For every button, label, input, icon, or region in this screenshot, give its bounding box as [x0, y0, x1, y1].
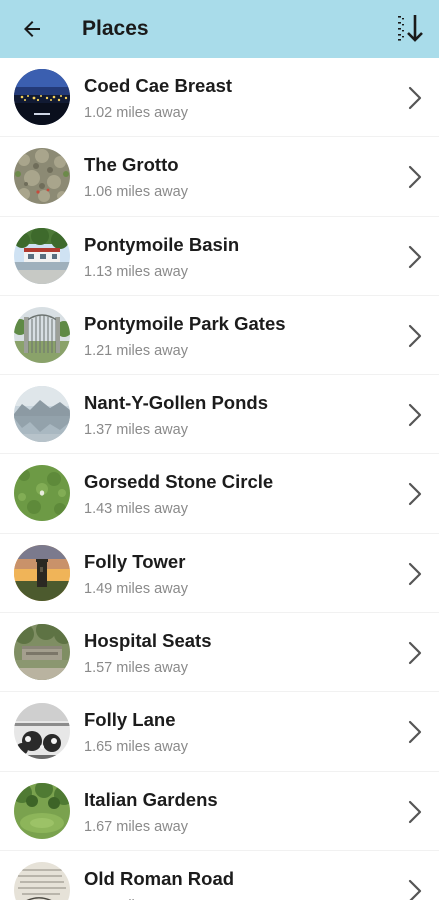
app-bar: Places [0, 0, 439, 58]
places-list: Coed Cae Breast 1.02 miles away The Grott… [0, 58, 439, 900]
place-distance: 1.65 miles away [84, 739, 188, 756]
chevron-right-icon [407, 799, 423, 825]
place-name: Folly Lane [84, 709, 176, 731]
place-distance: 1.06 miles away [84, 184, 188, 201]
place-name: Pontymoile Park Gates [84, 312, 286, 334]
place-name: Gorsedd Stone Circle [84, 471, 274, 493]
place-list-item[interactable]: Hospital Seats 1.57 miles away [0, 613, 439, 693]
place-distance: 1.02 miles away [84, 105, 188, 121]
sort-button[interactable] [393, 10, 431, 48]
sort-descending-icon [398, 15, 423, 42]
place-name: Old Roman Road [84, 867, 235, 889]
place-list-item[interactable]: Coed Cae Breast 1.02 miles away [0, 58, 439, 138]
place-list-item[interactable]: The Grotto 1.06 miles away [0, 137, 439, 217]
place-distance: 1.67 miles away [84, 818, 188, 835]
place-list-item[interactable]: Italian Gardens 1.67 miles away [0, 772, 439, 851]
place-distance: 1.49 miles away [84, 580, 188, 597]
chevron-right-icon [407, 640, 423, 666]
place-thumbnail [14, 148, 70, 205]
place-distance: 1.57 miles away [84, 660, 188, 677]
place-list-item[interactable]: Folly Tower 1.49 miles away [0, 534, 439, 614]
place-name: Pontymoile Basin [84, 233, 240, 255]
place-thumbnail [14, 386, 70, 443]
app-screen: Places Coed Cae Breast 1.02 miles away T… [0, 0, 439, 900]
place-thumbnail [14, 624, 70, 681]
chevron-right-icon [407, 561, 423, 587]
chevron-right-icon [407, 244, 423, 270]
place-list-item[interactable]: Gorsedd Stone Circle 1.43 miles away [0, 454, 439, 534]
place-thumbnail [14, 306, 70, 363]
chevron-right-icon [407, 878, 423, 900]
place-name: Nant-Y-Gollen Ponds [84, 392, 268, 414]
chevron-right-icon [407, 719, 423, 745]
place-name: Folly Tower [84, 550, 186, 572]
place-list-item[interactable]: Folly Lane 1.65 miles away [0, 692, 439, 772]
chevron-right-icon [407, 481, 423, 507]
place-thumbnail [14, 782, 70, 839]
place-list-item[interactable]: Nant-Y-Gollen Ponds 1.37 miles away [0, 375, 439, 455]
place-distance: 1.37 miles away [84, 422, 188, 439]
place-thumbnail [14, 227, 70, 284]
place-thumbnail [14, 703, 70, 760]
place-thumbnail [14, 544, 70, 601]
place-thumbnail [14, 465, 70, 522]
back-button[interactable] [14, 11, 50, 47]
place-distance: 1.21 miles away [84, 342, 188, 359]
place-distance: 1.13 miles away [84, 263, 188, 280]
page-title: Places [82, 17, 149, 40]
place-distance: 1.43 miles away [84, 501, 188, 518]
place-name: Coed Cae Breast [84, 75, 233, 96]
place-thumbnail [14, 69, 70, 125]
place-thumbnail [14, 861, 70, 900]
chevron-right-icon [407, 323, 423, 349]
place-list-item[interactable]: Pontymoile Park Gates 1.21 miles away [0, 296, 439, 376]
place-name: The Grotto [84, 154, 179, 176]
place-list-item[interactable]: Pontymoile Basin 1.13 miles away [0, 217, 439, 296]
chevron-right-icon [407, 402, 423, 428]
place-name: Italian Gardens [84, 788, 218, 810]
place-list-item[interactable]: Old Roman Road1.69 miles away [0, 851, 439, 900]
chevron-right-icon [407, 85, 423, 111]
chevron-right-icon [407, 164, 423, 190]
arrow-left-icon [24, 21, 40, 37]
place-name: Hospital Seats [84, 630, 212, 652]
